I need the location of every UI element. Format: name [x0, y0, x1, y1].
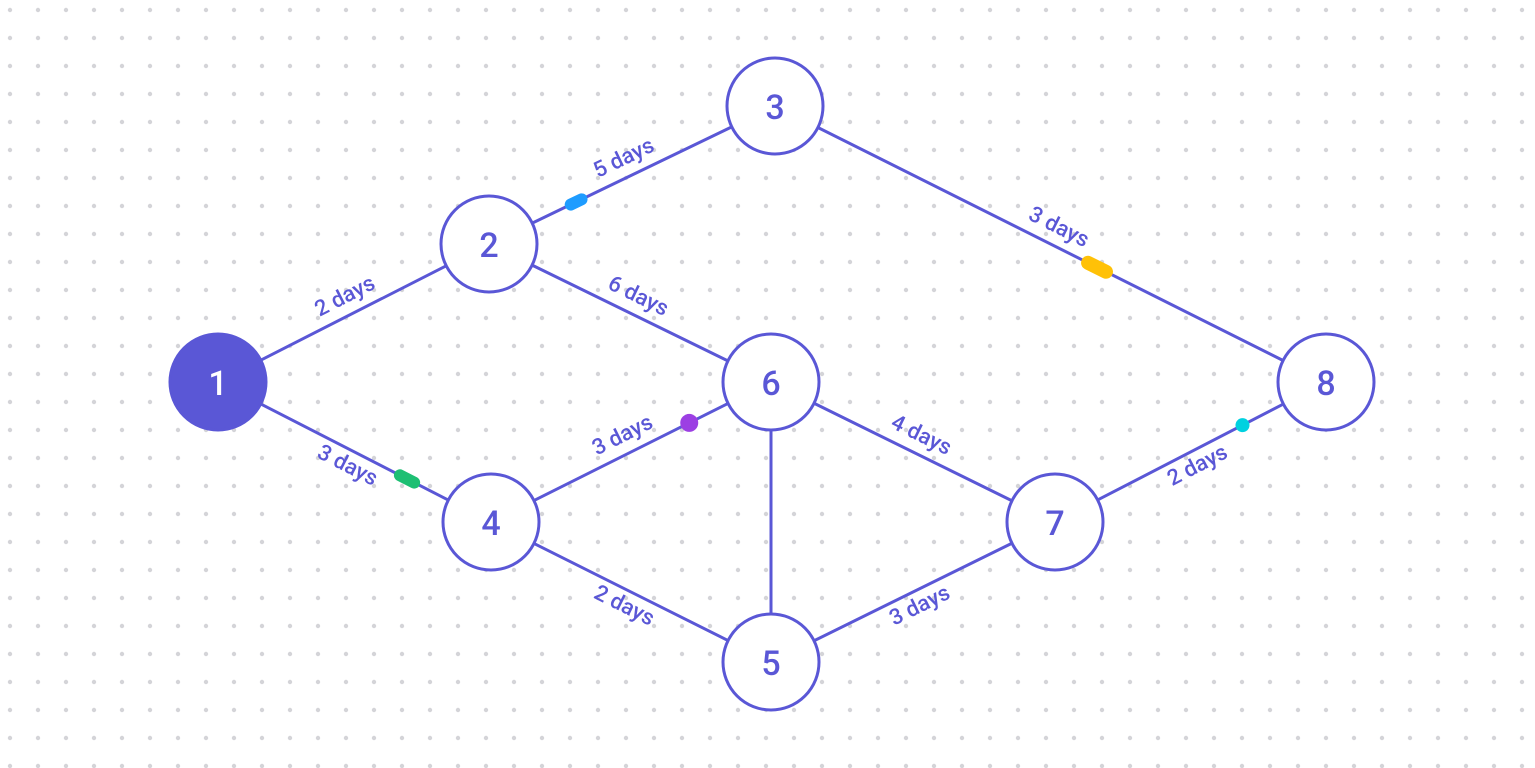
- node-3: 3: [727, 58, 823, 154]
- node-label: 7: [1045, 504, 1064, 544]
- edge-n7-n8: [1098, 404, 1284, 500]
- edge-label-n1-n2: 2 days: [311, 271, 380, 322]
- edge-n4-n5: [534, 543, 728, 640]
- node-6: 6: [723, 334, 819, 430]
- edge-label-n3-n8: 3 days: [1024, 202, 1093, 253]
- diagram-canvas: 2 days3 days5 days6 days2 days3 days3 da…: [0, 0, 1535, 768]
- marker: [680, 414, 698, 432]
- node-label: 6: [761, 364, 780, 404]
- marker: [1235, 418, 1249, 432]
- node-label: 4: [481, 504, 500, 544]
- node-4: 4: [443, 474, 539, 570]
- node-label: 1: [208, 364, 227, 404]
- edge-label-n6-n7: 4 days: [887, 410, 956, 461]
- marker: [392, 467, 422, 490]
- edge-label-n4-n6: 3 days: [588, 410, 657, 461]
- edge-label-n2-n6: 6 days: [604, 271, 673, 322]
- node-label: 2: [479, 226, 498, 266]
- marker: [1079, 253, 1116, 281]
- node-8: 8: [1278, 334, 1374, 430]
- edge-n3-n8: [818, 127, 1283, 360]
- node-1: 1: [170, 334, 266, 430]
- node-5: 5: [723, 614, 819, 710]
- node-2: 2: [441, 196, 537, 292]
- network-diagram: 2 days3 days5 days6 days2 days3 days3 da…: [0, 0, 1535, 768]
- edge-label-n2-n3: 5 days: [590, 133, 659, 183]
- marker: [563, 191, 590, 212]
- edge-n5-n7: [814, 543, 1012, 641]
- node-label: 5: [761, 644, 780, 684]
- node-7: 7: [1007, 474, 1103, 570]
- node-label: 8: [1316, 364, 1335, 404]
- node-label: 3: [765, 88, 784, 128]
